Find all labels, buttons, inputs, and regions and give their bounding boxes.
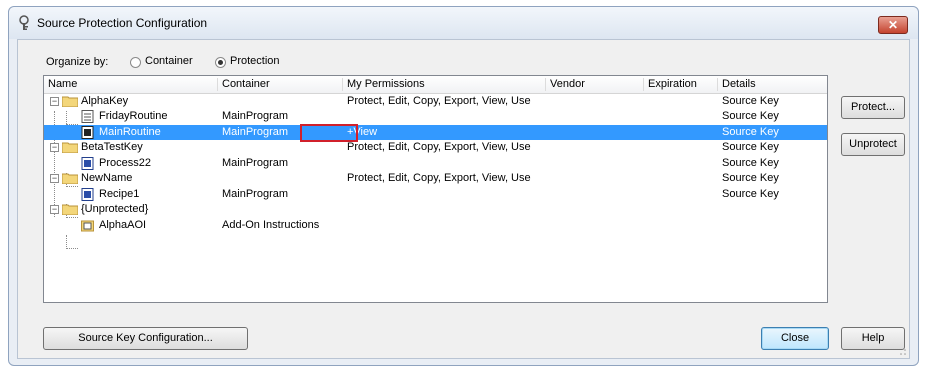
row-name: AlphaAOI [99, 219, 147, 231]
routine-icon [81, 126, 94, 139]
close-icon: ✕ [887, 18, 899, 32]
tree-line [66, 235, 67, 249]
add-on-instruction-icon [81, 220, 94, 232]
row-permissions: Protect, Edit, Copy, Export, View, Use [347, 95, 531, 107]
col-header-details[interactable]: Details [718, 78, 827, 91]
collapse-icon[interactable]: − [50, 205, 59, 214]
list-header: Name Container My Permissions Vendor Exp… [44, 76, 827, 94]
tree-row-recipe1[interactable]: Recipe1 MainProgram Source Key [44, 187, 827, 202]
protect-button[interactable]: Protect... [841, 96, 905, 119]
folder-icon [62, 142, 78, 153]
tree-row-newname[interactable]: − NewName Protect, Edit, Copy, Export, V… [44, 171, 827, 186]
dialog-body: Organize by: Container Protection Name C… [17, 39, 910, 359]
tree-row-mainroutine[interactable]: MainRoutine MainProgram +View Source Key [44, 125, 827, 140]
folder-icon [62, 96, 78, 107]
tree-row-unprotected[interactable]: − {Unprotected} [44, 202, 827, 217]
routine-icon [81, 157, 94, 170]
tree-row-betatestkey[interactable]: − BetaTestKey Protect, Edit, Copy, Expor… [44, 140, 827, 155]
col-header-name[interactable]: Name [44, 78, 218, 91]
folder-icon [62, 204, 78, 215]
row-container: MainProgram [222, 157, 289, 169]
row-name: BetaTestKey [81, 141, 143, 153]
row-details: Source Key [722, 188, 779, 200]
routine-icon [81, 188, 94, 201]
col-header-expiration[interactable]: Expiration [644, 78, 718, 91]
row-details: Source Key [722, 157, 779, 169]
radio-container[interactable] [130, 57, 141, 68]
protection-list[interactable]: Name Container My Permissions Vendor Exp… [43, 75, 828, 303]
row-details: Source Key [722, 110, 779, 122]
row-name: Recipe1 [99, 188, 140, 200]
routine-icon [81, 110, 94, 123]
row-container: MainProgram [222, 126, 289, 138]
row-name: NewName [81, 172, 133, 184]
key-lock-icon [19, 15, 29, 30]
row-name: {Unprotected} [81, 203, 149, 215]
tree-row-process22[interactable]: Process22 MainProgram Source Key [44, 156, 827, 171]
window-close-button[interactable]: ✕ [878, 16, 908, 34]
source-key-configuration-button[interactable]: Source Key Configuration... [43, 327, 248, 350]
radio-protection[interactable] [215, 57, 226, 68]
radio-container-label[interactable]: Container [145, 55, 193, 67]
row-details: Source Key [722, 126, 779, 138]
row-name: Process22 [99, 157, 151, 169]
row-permissions: Protect, Edit, Copy, Export, View, Use [347, 141, 531, 153]
col-header-permissions[interactable]: My Permissions [343, 78, 546, 91]
row-permissions: Protect, Edit, Copy, Export, View, Use [347, 172, 531, 184]
folder-icon [62, 173, 78, 184]
close-button[interactable]: Close [761, 327, 829, 350]
row-name: AlphaKey [81, 95, 129, 107]
radio-protection-label[interactable]: Protection [230, 55, 280, 67]
row-container: Add-On Instructions [222, 219, 320, 231]
tree-row-alphakey[interactable]: − AlphaKey Protect, Edit, Copy, Export, … [44, 94, 827, 109]
tree-line [66, 248, 78, 249]
dialog-window: Source Protection Configuration ✕ Organi… [8, 6, 919, 366]
help-button[interactable]: Help [841, 327, 905, 350]
col-header-container[interactable]: Container [218, 78, 343, 91]
resize-grip-icon[interactable] [898, 347, 906, 355]
unprotect-button[interactable]: Unprotect [841, 133, 905, 156]
title-bar[interactable]: Source Protection Configuration ✕ [9, 7, 918, 39]
row-container: MainProgram [222, 110, 289, 122]
collapse-icon[interactable]: − [50, 97, 59, 106]
tree-row-fridayroutine[interactable]: FridayRoutine MainProgram Source Key [44, 109, 827, 124]
row-name: FridayRoutine [99, 110, 168, 122]
collapse-icon[interactable]: − [50, 143, 59, 152]
row-details: Source Key [722, 172, 779, 184]
row-details: Source Key [722, 141, 779, 153]
row-name: MainRoutine [99, 126, 161, 138]
row-container: MainProgram [222, 188, 289, 200]
col-header-vendor[interactable]: Vendor [546, 78, 644, 91]
row-details: Source Key [722, 95, 779, 107]
tree-row-alphaaoi[interactable]: AlphaAOI Add-On Instructions [44, 218, 827, 233]
organize-by-label: Organize by: [46, 56, 109, 68]
window-title: Source Protection Configuration [37, 16, 208, 30]
highlight-annotation-box [300, 124, 358, 142]
collapse-icon[interactable]: − [50, 174, 59, 183]
